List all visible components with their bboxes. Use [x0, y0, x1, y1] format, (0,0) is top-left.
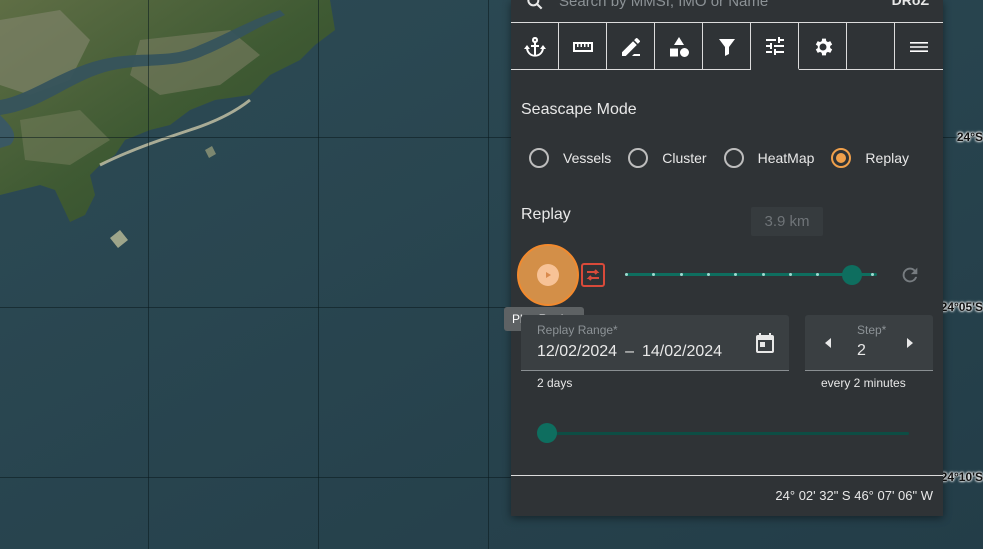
cursor-coordinates: 24° 02' 32" S 46° 07' 06" W — [775, 488, 933, 503]
range-separator: – — [625, 343, 634, 360]
range-start-date: 12/02/2024 — [537, 343, 618, 360]
chevron-left-icon — [825, 338, 831, 348]
play-icon — [537, 264, 559, 286]
latitude-label: 24°S — [956, 130, 983, 144]
slider-tick — [734, 273, 738, 276]
slider-tick — [679, 273, 683, 276]
radio-indicator — [831, 148, 852, 168]
step-decrease-button[interactable] — [821, 335, 835, 351]
tune-icon — [765, 36, 784, 55]
radio-cluster[interactable]: Cluster — [628, 148, 707, 168]
seascape-mode-title: Seascape Mode — [521, 101, 637, 118]
radio-indicator — [723, 148, 744, 168]
grid-line — [148, 0, 149, 549]
slider-tick — [870, 273, 874, 276]
settings-tool-button[interactable] — [799, 23, 847, 70]
chevron-right-icon — [907, 338, 913, 348]
radio-heatmap[interactable]: HeatMap — [723, 148, 815, 168]
empty-tool-slot — [847, 23, 895, 70]
slider-tick — [652, 273, 656, 276]
slider-tick — [788, 273, 792, 276]
seascape-mode-radio-group: Vessels Cluster HeatMap Replay — [529, 148, 926, 168]
menu-tool-button[interactable] — [895, 23, 943, 70]
search-bar: DRoZ — [511, 0, 943, 22]
shapes-icon — [669, 36, 689, 57]
replay-range-label: Replay Range* — [537, 323, 618, 337]
range-end-date: 14/02/2024 — [641, 343, 723, 360]
ruler-icon — [572, 41, 593, 52]
replay-range-value: 12/02/2024–14/02/2024 — [537, 343, 722, 361]
latitude-label: 24°05'S — [940, 300, 983, 314]
radio-replay[interactable]: Replay — [831, 148, 909, 168]
replay-speed-slider[interactable] — [625, 265, 877, 285]
radio-label: Vessels — [563, 150, 612, 166]
grid-line — [488, 0, 489, 549]
reset-button[interactable] — [899, 264, 921, 286]
filter-icon — [718, 38, 735, 56]
shapes-tool-button[interactable] — [655, 23, 703, 70]
footer-divider — [511, 475, 943, 476]
toolbar — [511, 22, 943, 70]
radio-label: HeatMap — [757, 150, 815, 166]
anchor-icon — [523, 36, 546, 57]
filter-tool-button[interactable] — [703, 23, 751, 70]
slider-tick — [761, 273, 765, 276]
latitude-label: 24°10'S — [940, 470, 983, 484]
slider-thumb[interactable] — [841, 265, 862, 285]
repeat-icon — [581, 263, 605, 287]
slider-tick — [816, 273, 820, 276]
settings-icon — [815, 38, 832, 55]
radio-label: Replay — [865, 150, 910, 166]
control-panel: DRoZ Seascape Mode Vesse — [504, 0, 943, 516]
draw-icon — [621, 37, 640, 56]
tune-tool-button[interactable] — [751, 23, 799, 70]
measure-tool-button[interactable] — [559, 23, 607, 70]
loop-toggle-button[interactable] — [581, 263, 605, 287]
radio-indicator — [529, 148, 549, 168]
radio-label: Cluster — [662, 150, 707, 166]
slider-tick — [706, 273, 710, 276]
grid-line — [318, 0, 319, 549]
replay-position-track[interactable] — [547, 432, 909, 435]
step-increase-button[interactable] — [903, 335, 917, 351]
step-hint: every 2 minutes — [821, 376, 906, 390]
draw-tool-button[interactable] — [607, 23, 655, 70]
radio-vessels[interactable]: Vessels — [529, 148, 611, 168]
anchor-tool-button[interactable] — [511, 23, 559, 70]
calendar-icon[interactable] — [753, 331, 777, 355]
play-replay-button[interactable] — [517, 244, 579, 306]
replay-range-hint: 2 days — [537, 376, 573, 390]
radio-indicator — [628, 148, 649, 168]
menu-icon — [910, 41, 928, 52]
search-input[interactable] — [559, 0, 859, 12]
brand-logo: DRoZ — [891, 0, 929, 8]
replay-title: Replay — [521, 206, 571, 223]
replay-position-thumb[interactable] — [537, 423, 557, 443]
step-label: Step* — [857, 323, 887, 337]
slider-tick — [625, 273, 628, 276]
step-field: Step* 2 — [805, 315, 933, 371]
refresh-icon — [902, 267, 918, 283]
distance-readout: 3.9 km — [751, 207, 823, 236]
search-icon — [525, 0, 545, 12]
replay-range-field[interactable]: Replay Range* 12/02/2024–14/02/2024 — [521, 315, 789, 371]
step-value[interactable]: 2 — [857, 342, 866, 360]
